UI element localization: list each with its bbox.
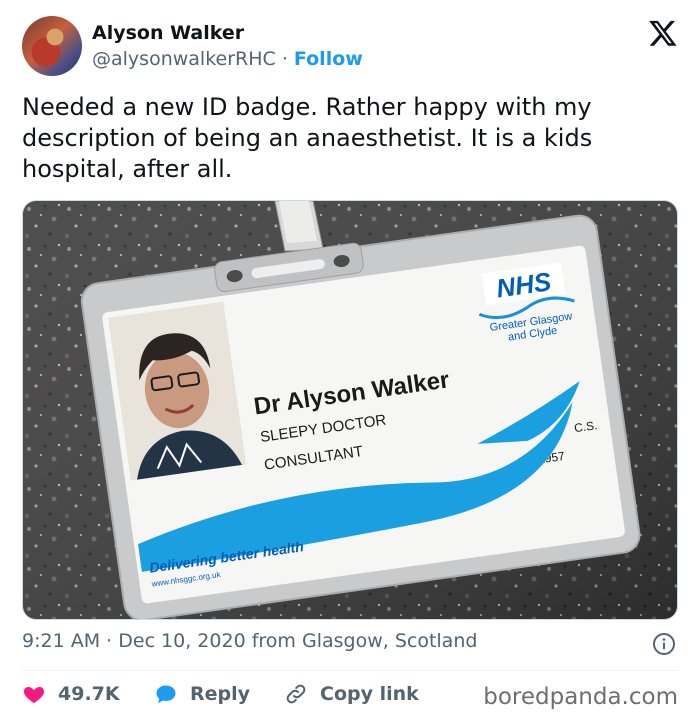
divider — [22, 670, 678, 671]
tweet-date[interactable]: Dec 10, 2020 — [118, 630, 245, 652]
copy-link-button[interactable]: Copy link — [284, 682, 419, 706]
meta-separator: · — [106, 630, 113, 652]
handle-separator: · — [281, 48, 288, 70]
author-handle-row: @alysonwalkerRHC · Follow — [92, 48, 363, 70]
author-name[interactable]: Alyson Walker — [92, 22, 244, 44]
like-button[interactable]: 49.7K — [22, 682, 120, 706]
tweet-header: Alyson Walker @alysonwalkerRHC · Follow — [22, 14, 678, 80]
reply-bubble-icon — [156, 685, 176, 703]
info-icon[interactable] — [652, 632, 676, 656]
avatar[interactable] — [22, 16, 82, 76]
like-count: 49.7K — [58, 683, 120, 705]
tweet-location: from Glasgow, Scotland — [251, 630, 478, 652]
author-handle[interactable]: @alysonwalkerRHC — [92, 48, 276, 70]
copy-link-label: Copy link — [320, 683, 419, 705]
action-bar: 49.7K Reply Copy link boredpanda.com — [22, 680, 678, 714]
follow-button[interactable]: Follow — [294, 48, 363, 70]
x-logo-icon[interactable] — [648, 18, 678, 48]
reply-button[interactable]: Reply — [154, 682, 250, 706]
tweet-photo[interactable]: NHS Greater Glasgow and Clyde Dr Alyson … — [22, 200, 678, 620]
reply-label: Reply — [190, 683, 251, 705]
tweet-meta: 9:21 AM · Dec 10, 2020 from Glasgow, Sco… — [22, 630, 678, 660]
watermark: boredpanda.com — [483, 684, 678, 710]
tweet-text: Needed a new ID badge. Rather happy with… — [22, 93, 593, 183]
tweet-time[interactable]: 9:21 AM — [22, 630, 100, 652]
heart-icon — [23, 687, 45, 703]
id-badge-photo: NHS Greater Glasgow and Clyde Dr Alyson … — [23, 201, 677, 619]
link-icon — [286, 684, 306, 704]
